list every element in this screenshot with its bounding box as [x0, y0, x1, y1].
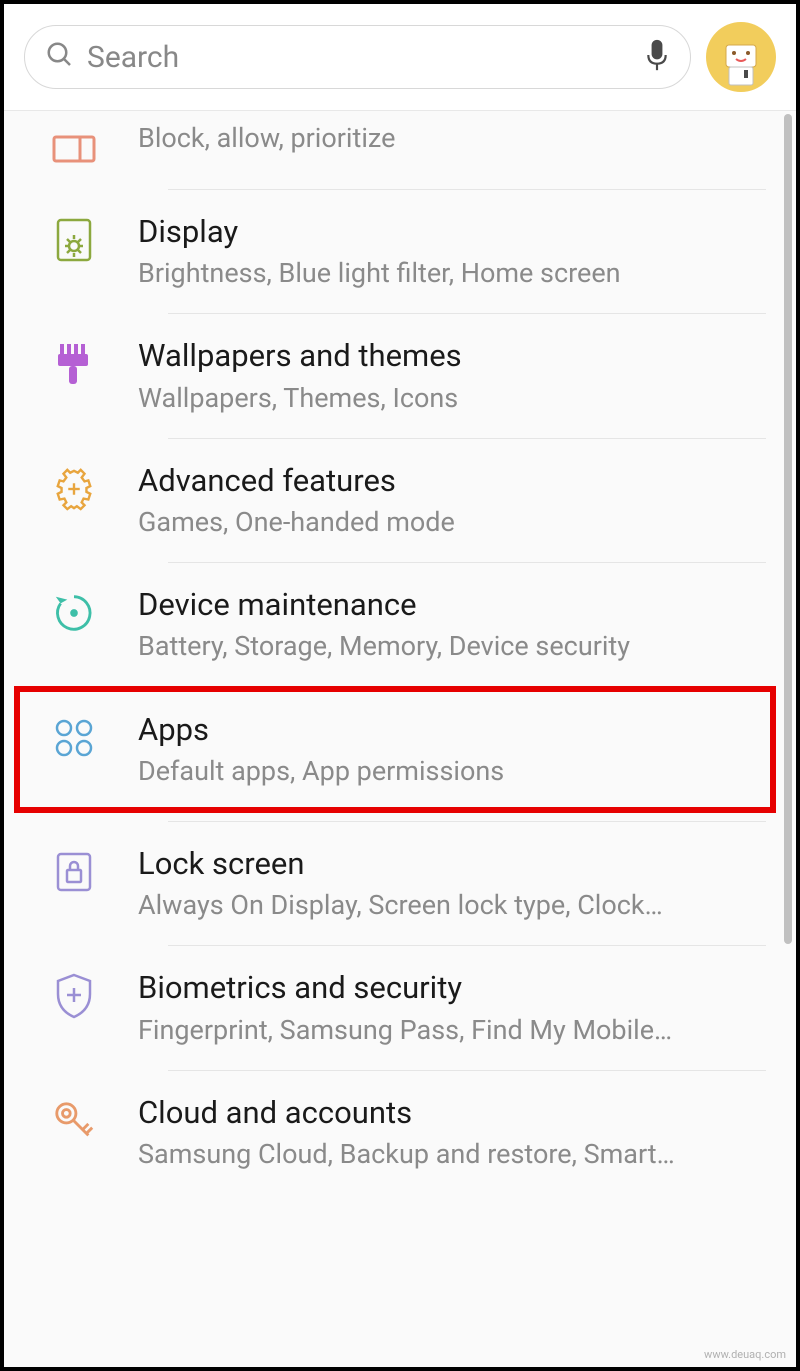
- item-title: Cloud and accounts: [138, 1093, 766, 1133]
- refresh-icon: [52, 591, 96, 635]
- list-item-advanced[interactable]: Advanced features Games, One-handed mode: [4, 439, 796, 562]
- brush-icon: [52, 342, 96, 386]
- key-icon: [52, 1099, 96, 1143]
- item-subtitle: Fingerprint, Samsung Pass, Find My Mobil…: [138, 1013, 766, 1048]
- item-subtitle: Always On Display, Screen lock type, Clo…: [138, 888, 766, 923]
- scrollbar[interactable]: [784, 114, 792, 944]
- list-item-biometrics[interactable]: Biometrics and security Fingerprint, Sam…: [4, 946, 796, 1069]
- item-subtitle: Brightness, Blue light filter, Home scre…: [138, 256, 766, 291]
- settings-header: Search: [4, 4, 796, 111]
- item-subtitle: Samsung Cloud, Backup and restore, Smart…: [138, 1137, 766, 1172]
- profile-avatar[interactable]: [706, 22, 776, 92]
- watermark: www.deuaq.com: [704, 1348, 786, 1361]
- list-item-notifications[interactable]: Block, allow, prioritize: [4, 111, 796, 189]
- gear-plus-icon: [52, 467, 96, 511]
- search-placeholder: Search: [87, 40, 632, 75]
- settings-list: Block, allow, prioritize Display Brightn…: [4, 111, 796, 1194]
- search-icon: [45, 40, 75, 74]
- item-subtitle: Default apps, App permissions: [138, 754, 766, 789]
- item-title: Biometrics and security: [138, 968, 766, 1008]
- shield-plus-icon: [52, 974, 96, 1018]
- item-title: Display: [138, 212, 766, 252]
- item-title: Apps: [138, 710, 766, 750]
- item-subtitle: Battery, Storage, Memory, Device securit…: [138, 629, 766, 664]
- list-item-cloud[interactable]: Cloud and accounts Samsung Cloud, Backup…: [4, 1071, 796, 1194]
- item-subtitle: Games, One-handed mode: [138, 505, 766, 540]
- mic-icon[interactable]: [644, 37, 670, 77]
- notifications-icon: [52, 127, 96, 171]
- item-subtitle: Block, allow, prioritize: [138, 121, 766, 156]
- lock-icon: [52, 850, 96, 894]
- display-icon: [52, 218, 96, 262]
- search-bar[interactable]: Search: [24, 25, 691, 89]
- list-item-display[interactable]: Display Brightness, Blue light filter, H…: [4, 190, 796, 313]
- list-item-device-maintenance[interactable]: Device maintenance Battery, Storage, Mem…: [4, 563, 796, 686]
- item-title: Device maintenance: [138, 585, 766, 625]
- list-item-apps[interactable]: Apps Default apps, App permissions: [4, 688, 796, 811]
- item-subtitle: Wallpapers, Themes, Icons: [138, 381, 766, 416]
- list-item-lock-screen[interactable]: Lock screen Always On Display, Screen lo…: [4, 822, 796, 945]
- item-title: Advanced features: [138, 461, 766, 501]
- item-title: Lock screen: [138, 844, 766, 884]
- item-title: Wallpapers and themes: [138, 336, 766, 376]
- list-item-wallpapers[interactable]: Wallpapers and themes Wallpapers, Themes…: [4, 314, 796, 437]
- apps-icon: [52, 716, 96, 760]
